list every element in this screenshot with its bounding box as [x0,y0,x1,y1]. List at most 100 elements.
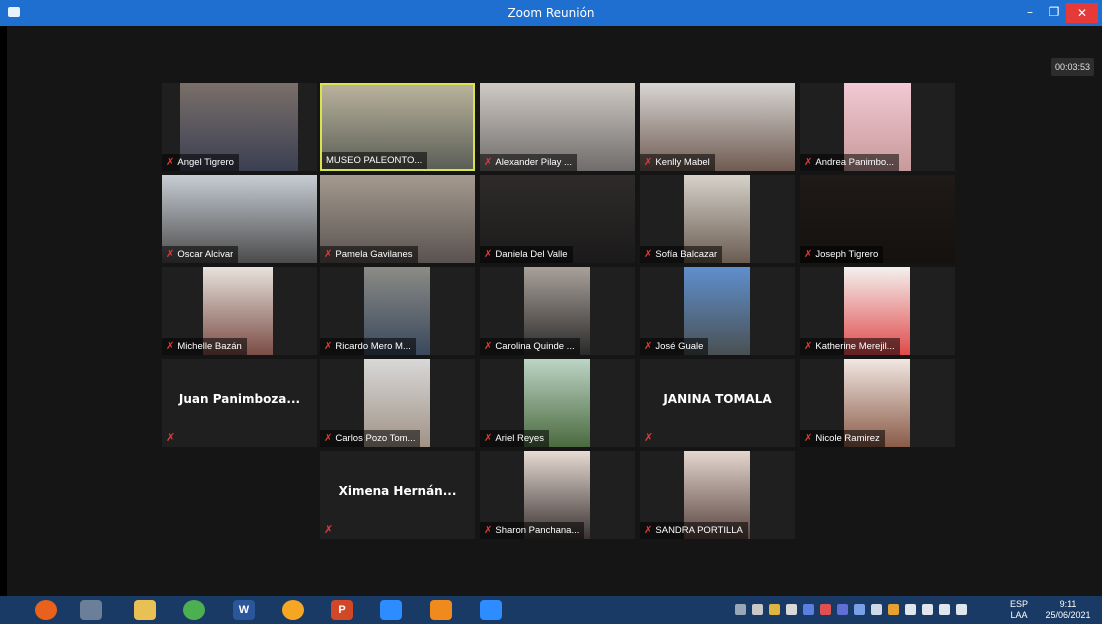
mic-muted-icon: ✗ [324,341,333,352]
participant-name: José Guale [655,341,704,352]
participant-nameplate: ✗ Daniela Del Valle [480,246,573,263]
tray-icon[interactable] [786,604,797,615]
participant-nameplate: ✗ SANDRA PORTILLA [640,522,748,539]
participant-tile[interactable]: ✗ Angel Tigrero [162,83,317,171]
mic-muted-icon: ✗ [644,525,653,536]
participant-tile[interactable]: ✗ Nicole Ramirez [800,359,955,447]
zoom-meeting-icon[interactable] [480,600,502,620]
participant-tile[interactable]: ✗ Alexander Pilay ... [480,83,635,171]
participant-tile[interactable]: ✗ Michelle Bazán [162,267,317,355]
windows-taskbar: W P ESP LAA 9:11 25/06/2021 [0,596,1102,624]
participant-tile[interactable]: Juan Panimboza... ✗ [162,359,317,447]
powerpoint-icon[interactable]: P [331,600,353,620]
participant-tile[interactable]: ✗ Carolina Quinde ... [480,267,635,355]
tray-icon[interactable] [735,604,746,615]
tray-icon[interactable] [837,604,848,615]
participant-tile[interactable]: ✗ Pamela Gavilanes [320,175,475,263]
participant-tile[interactable]: ✗ Ricardo Mero M... [320,267,475,355]
mic-muted-icon: ✗ [644,341,653,352]
participant-name: JANINA TOMALA [663,392,772,406]
mic-muted-icon: ✗ [484,433,493,444]
participant-nameplate: ✗ José Guale [640,338,709,355]
meeting-timer: 00:03:53 [1050,58,1094,76]
participant-tile[interactable]: ✗ Oscar Alcivar [162,175,317,263]
minimize-button[interactable]: – [1018,0,1042,26]
word-icon[interactable]: W [233,600,255,620]
file-explorer-icon[interactable] [134,600,156,620]
tray-icon[interactable] [888,604,899,615]
participant-nameplate: ✗ Angel Tigrero [162,154,239,171]
participant-nameplate: ✗ Sharon Panchana... [480,522,585,539]
participant-name: Ximena Hernán... [338,484,457,498]
participant-name: Joseph Tigrero [815,249,879,260]
mic-muted-icon: ✗ [484,525,493,536]
participant-name: MUSEO PALEONTO... [326,155,423,166]
participant-tile[interactable]: ✗ Andrea Panimbo... [800,83,955,171]
participant-name: Kenlly Mabel [655,157,710,168]
gallery-view: 00:03:53 ✗ Angel Tigrero MUSEO PALEONTO...… [7,26,1102,596]
tray-icon[interactable] [922,604,933,615]
participant-tile[interactable]: ✗ Ariel Reyes [480,359,635,447]
firefox-icon[interactable] [35,600,57,620]
participant-name: Pamela Gavilanes [335,249,413,260]
tray-icon[interactable] [871,604,882,615]
tray-icon[interactable] [854,604,865,615]
participant-name: Carolina Quinde ... [495,341,575,352]
participant-tile[interactable]: ✗ Carlos Pozo Tom... [320,359,475,447]
participant-name: Daniela Del Valle [495,249,568,260]
mic-muted-icon: ✗ [484,341,493,352]
mic-muted-icon: ✗ [166,341,175,352]
chrome-icon[interactable] [183,600,205,620]
participant-name: Oscar Alcivar [177,249,234,260]
vlc-icon[interactable] [430,600,452,620]
participant-name: Alexander Pilay ... [495,157,572,168]
participant-tile[interactable]: ✗ Katherine Merejil... [800,267,955,355]
clock-date[interactable]: 25/06/2021 [1040,610,1096,621]
participant-nameplate: ✗ Carolina Quinde ... [480,338,580,355]
participant-tile[interactable]: ✗ Daniela Del Valle [480,175,635,263]
mic-muted-icon: ✗ [166,249,175,260]
mic-muted-icon: ✗ [644,157,653,168]
tray-icon[interactable] [956,604,967,615]
mic-muted-icon: ✗ [484,157,493,168]
participant-nameplate: ✗ Katherine Merejil... [800,338,900,355]
participant-name: SANDRA PORTILLA [655,525,743,536]
participant-nameplate: ✗ Pamela Gavilanes [320,246,418,263]
tray-icon[interactable] [939,604,950,615]
participant-tile[interactable]: JANINA TOMALA ✗ [640,359,795,447]
participant-nameplate: ✗ Alexander Pilay ... [480,154,577,171]
participant-name: Carlos Pozo Tom... [335,433,416,444]
participant-tile[interactable]: Ximena Hernán... ✗ [320,451,475,539]
participant-tile[interactable]: ✗ Sharon Panchana... [480,451,635,539]
language-indicator[interactable]: ESP [1004,599,1034,610]
tray-icon[interactable] [752,604,763,615]
participant-nameplate: ✗ Nicole Ramirez [800,430,885,447]
tray-icon[interactable] [820,604,831,615]
tray-icon[interactable] [905,604,916,615]
close-button[interactable]: ✕ [1066,3,1098,23]
app-icon[interactable] [80,600,102,620]
clock-time[interactable]: 9:11 [1040,599,1096,610]
maximize-button[interactable]: ❐ [1042,0,1066,26]
participant-tile[interactable]: ✗ José Guale [640,267,795,355]
browser-icon[interactable] [282,600,304,620]
participant-tile[interactable]: ✗ SANDRA PORTILLA [640,451,795,539]
participant-name: Angel Tigrero [177,157,234,168]
participant-tile[interactable]: ✗ Joseph Tigrero [800,175,955,263]
participant-tile[interactable]: ✗ Sofía Balcazar [640,175,795,263]
participant-nameplate: ✗ Carlos Pozo Tom... [320,430,421,447]
tray-icon[interactable] [769,604,780,615]
participant-tile[interactable]: MUSEO PALEONTO... [320,83,475,171]
zoom-icon[interactable] [380,600,402,620]
mic-muted-icon: ✗ [804,341,813,352]
participant-name: Andrea Panimbo... [815,157,895,168]
participant-nameplate: ✗ Michelle Bazán [162,338,247,355]
participant-tile[interactable]: ✗ Kenlly Mabel [640,83,795,171]
tray-icon[interactable] [803,604,814,615]
participant-name: Katherine Merejil... [815,341,895,352]
participant-name: Nicole Ramirez [815,433,880,444]
keyboard-layout[interactable]: LAA [1004,610,1034,621]
mic-muted-icon: ✗ [324,433,333,444]
mic-muted-icon: ✗ [644,249,653,260]
mic-muted-icon: ✗ [804,433,813,444]
